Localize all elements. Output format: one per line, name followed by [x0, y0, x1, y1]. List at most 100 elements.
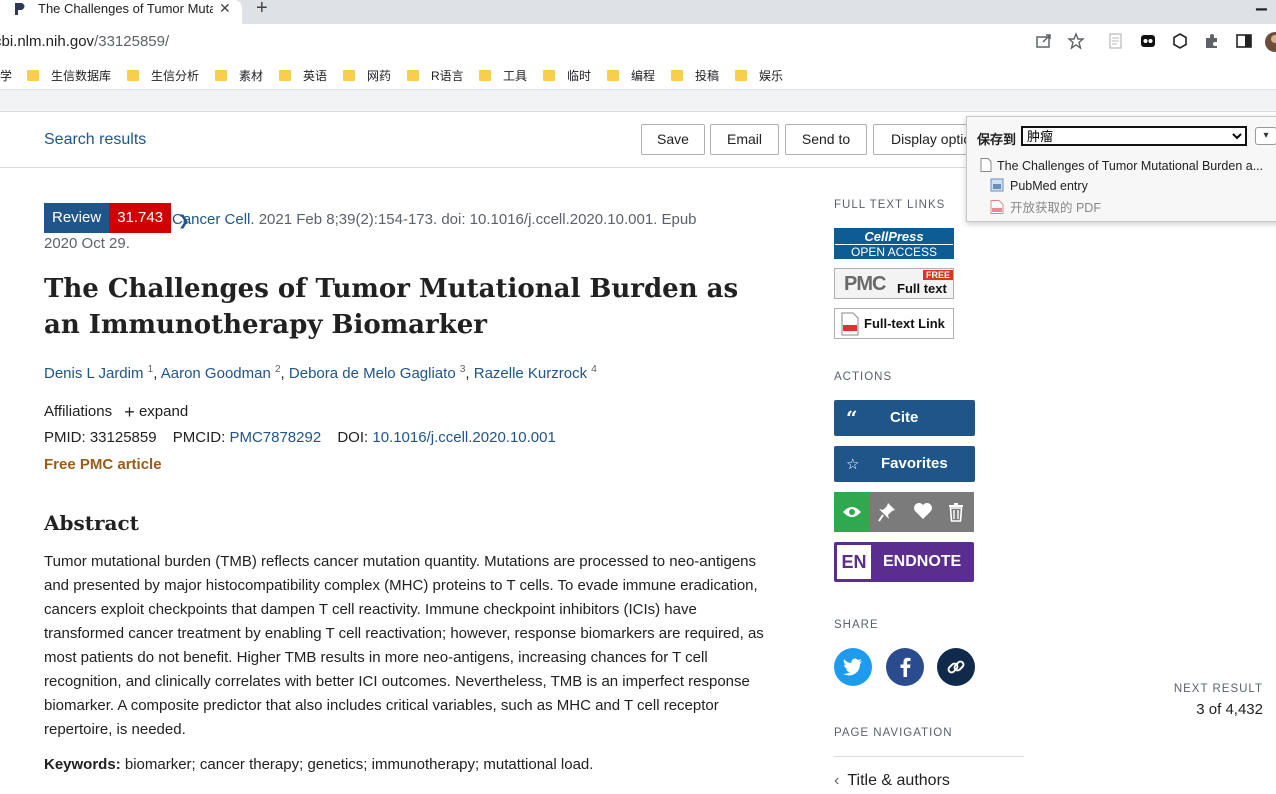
open-access-text: OPEN ACCESS: [835, 244, 953, 259]
document-icon: [980, 158, 992, 172]
heart-icon[interactable]: [913, 502, 933, 525]
page-top-strip: [0, 90, 1276, 112]
free-pmc-article-label: Free PMC article: [44, 456, 162, 473]
bookmark-item[interactable]: 学: [0, 67, 12, 84]
email-button[interactable]: Email: [710, 124, 779, 155]
title-authors-nav-link[interactable]: ‹ Title & authors: [834, 772, 950, 790]
favorites-label: Favorites: [881, 455, 948, 472]
full-text-link-label: Full-text Link: [864, 316, 945, 331]
bookmark-folder[interactable]: 投稿: [671, 67, 719, 84]
browser-tab[interactable]: The Challenges of Tumor Mutational Burde…: [0, 0, 242, 24]
folder-icon: [735, 70, 747, 81]
folder-icon: [343, 70, 355, 81]
new-tab-icon[interactable]: +: [256, 0, 268, 20]
next-result[interactable]: NEXT RESULT 3 of 4,432: [1150, 683, 1263, 718]
doi-link[interactable]: 10.1016/j.ccell.2020.10.001: [372, 429, 555, 446]
share-page-icon[interactable]: [1035, 32, 1053, 50]
cite-button[interactable]: “ Cite: [834, 400, 975, 436]
quote-icon: “: [846, 406, 858, 430]
eye-button[interactable]: [834, 492, 870, 532]
pin-icon[interactable]: [878, 502, 896, 527]
pmcid-label: PMCID:: [172, 429, 226, 446]
keywords-value: biomarker; cancer therapy; genetics; imm…: [124, 756, 594, 773]
bookmark-folder[interactable]: 编程: [607, 67, 655, 84]
bookmark-folder[interactable]: R语言: [407, 67, 464, 84]
folder-icon: [479, 70, 491, 81]
bookmark-folder[interactable]: 临时: [543, 67, 591, 84]
pmc-logo-text: PMC: [844, 273, 886, 295]
folder-icon: [215, 70, 227, 81]
pdf-file-icon: [990, 200, 1004, 214]
pmid-label: PMID:: [44, 429, 86, 446]
bookmark-folder[interactable]: 网药: [343, 67, 391, 84]
popup-dropdown-button[interactable]: ▾: [1255, 127, 1276, 145]
pmcid-link[interactable]: PMC7878292: [229, 429, 321, 446]
saved-item-title: The Challenges of Tumor Mutational Burde…: [980, 158, 1263, 173]
doi-label: DOI:: [337, 429, 369, 446]
send-to-button[interactable]: Send to: [785, 124, 867, 155]
review-label: Review: [44, 203, 110, 233]
star-icon: ☆: [846, 456, 860, 473]
facebook-share-icon[interactable]: [886, 648, 924, 686]
author-affiliation-number[interactable]: 4: [591, 364, 597, 375]
open-access-pdf-item[interactable]: 开放获取的 PDF: [990, 197, 1101, 216]
copy-link-share-icon[interactable]: [937, 648, 975, 686]
folder-icon: [127, 70, 139, 81]
url-path: /33125859/: [94, 33, 170, 50]
save-folder-select[interactable]: 肿瘤: [1021, 126, 1247, 146]
pubmed-entry-item[interactable]: PubMed entry: [990, 178, 1088, 193]
favorites-button[interactable]: ☆ Favorites: [834, 446, 975, 482]
bookmark-star-icon[interactable]: [1067, 32, 1085, 50]
close-tab-icon[interactable]: ✕: [219, 0, 231, 17]
pubmed-favicon-icon: [14, 2, 28, 16]
expand-toggle[interactable]: + expand: [124, 402, 189, 422]
bookmark-folder[interactable]: 素材: [215, 67, 263, 84]
pmid-value: 33125859: [89, 429, 157, 446]
save-button[interactable]: Save: [641, 124, 705, 155]
bookmark-folder[interactable]: 工具: [479, 67, 527, 84]
pmc-full-text-link[interactable]: FREE PMC Full text: [834, 268, 954, 299]
actions-heading: ACTIONS: [834, 371, 893, 383]
keywords-row: Keywords: biomarker; cancer therapy; gen…: [44, 756, 593, 773]
cite-label: Cite: [890, 409, 919, 426]
bookmark-folder[interactable]: 娱乐: [735, 67, 783, 84]
expand-label: expand: [138, 403, 189, 420]
author-link[interactable]: Aaron Goodman: [161, 365, 271, 382]
url-field[interactable]: cbi.nlm.nih.gov/33125859/: [0, 33, 169, 50]
article-identifiers: PMID: 33125859 PMCID: PMC7878292 DOI: 10…: [44, 429, 556, 446]
save-to-label: 保存到: [977, 132, 1017, 147]
tab-title: The Challenges of Tumor Mutational Burde…: [38, 1, 213, 16]
author-link[interactable]: Denis L Jardim: [44, 365, 143, 382]
extension-icon[interactable]: [1139, 32, 1157, 50]
hexagon-extension-icon[interactable]: [1171, 32, 1189, 50]
reader-extension-icon[interactable]: [1107, 32, 1125, 50]
window-control-icon[interactable]: ▁: [1256, 0, 1267, 11]
full-text-link[interactable]: Full-text Link: [834, 308, 954, 339]
abstract-heading: Abstract: [44, 511, 139, 535]
puzzle-extensions-icon[interactable]: [1203, 32, 1221, 50]
chevron-right-icon: ❯: [178, 212, 190, 228]
folder-icon: [279, 70, 291, 81]
webpage-icon: [990, 178, 1004, 192]
affiliations-row: Affiliations + expand: [44, 402, 188, 423]
trash-icon[interactable]: [948, 502, 964, 527]
folder-icon: [27, 70, 39, 81]
full-text-links-heading: FULL TEXT LINKS: [834, 199, 946, 211]
endnote-button[interactable]: EN ENDNOTE: [834, 542, 974, 582]
bookmark-folder[interactable]: 生信分析: [127, 67, 199, 84]
folder-icon: [607, 70, 619, 81]
author-link[interactable]: Debora de Melo Gagliato: [289, 365, 456, 382]
profile-avatar[interactable]: [1264, 31, 1276, 53]
abstract-text: Tumor mutational burden (TMB) reflects c…: [44, 553, 764, 738]
free-label: FREE: [923, 270, 954, 280]
bookmark-folder[interactable]: 生信数据库: [27, 67, 111, 84]
bookmarks-bar: 学 生信数据库 生信分析 素材 英语 网药 R语言 工具 临时 编程 投稿 娱乐: [0, 60, 1276, 90]
pmc-full-text-label: Full text: [897, 281, 947, 296]
bookmark-folder[interactable]: 英语: [279, 67, 327, 84]
search-results-link[interactable]: Search results: [44, 131, 146, 149]
cellpress-open-access-link[interactable]: CellPress OPEN ACCESS: [834, 228, 954, 259]
url-host: cbi.nlm.nih.gov: [0, 33, 95, 50]
side-panel-icon[interactable]: [1235, 32, 1253, 50]
author-link[interactable]: Razelle Kurzrock: [474, 365, 587, 382]
twitter-share-icon[interactable]: [834, 648, 872, 686]
